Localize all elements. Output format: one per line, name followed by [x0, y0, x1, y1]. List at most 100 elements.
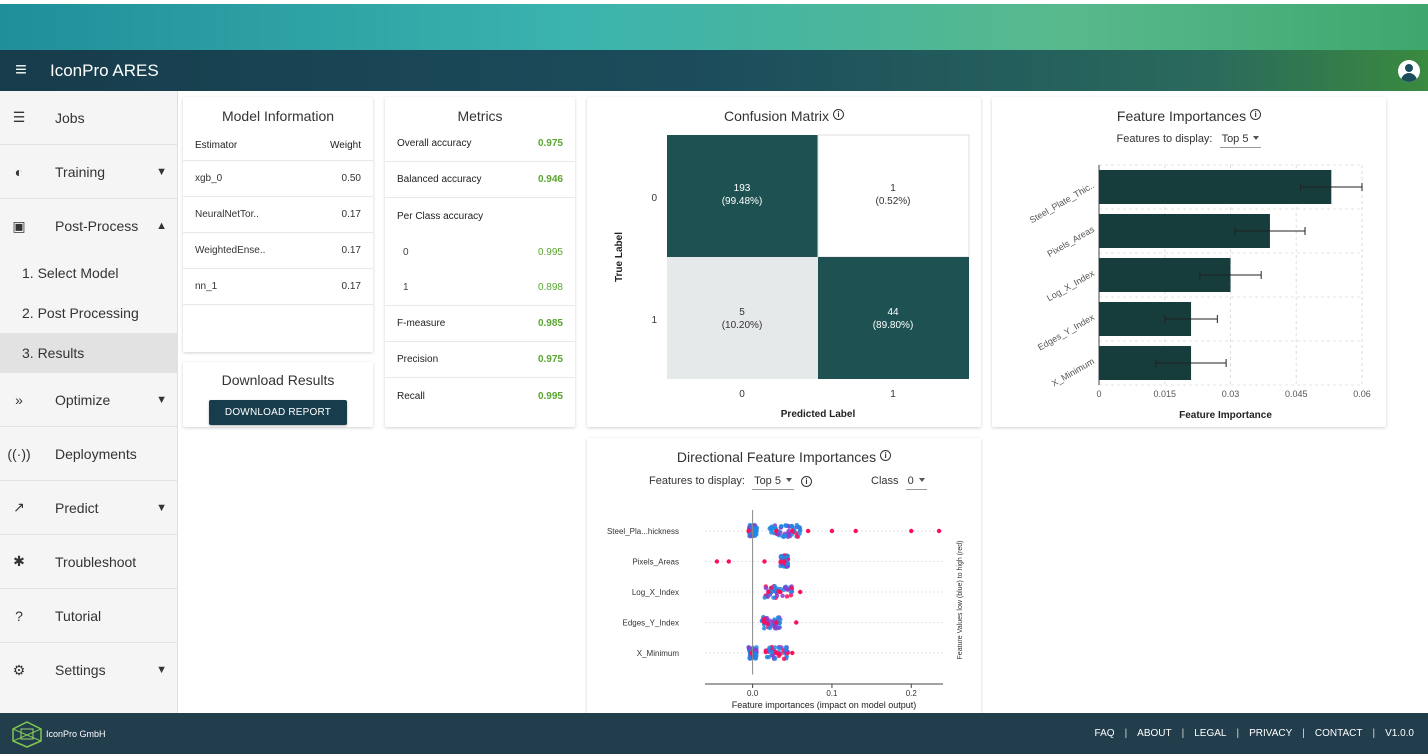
sidebar-item-jobs[interactable]: ☰ Jobs — [0, 91, 177, 145]
cm-col-label: 0 — [739, 389, 745, 400]
footer-link-faq[interactable]: FAQ — [1085, 728, 1125, 739]
footer-link-legal[interactable]: LEGAL — [1184, 728, 1236, 739]
dfi-point — [763, 649, 768, 655]
chevron-up-icon: ▲ — [156, 220, 167, 232]
sidebar-item-predict[interactable]: ↗ Predict ▼ — [0, 481, 177, 535]
class-select[interactable]: 0 — [905, 475, 927, 490]
sidebar-item-optimize[interactable]: » Optimize ▼ — [0, 373, 177, 427]
dfi-outlier-point — [714, 559, 720, 564]
features-to-display-value: Top 5 — [754, 475, 781, 487]
sidebar-subitem-results[interactable]: 3. Results — [0, 333, 177, 373]
confusion-title-text: Confusion Matrix — [723, 108, 830, 124]
metric-value: 0.975 — [537, 138, 563, 149]
footer-link-contact[interactable]: CONTACT — [1305, 728, 1373, 739]
cm-count: 193 — [734, 183, 751, 194]
dfi-point — [762, 616, 767, 621]
dfi-outlier-point — [774, 528, 779, 534]
feature-importances-title: Feature Importances i — [992, 97, 1386, 124]
fi-tick-label: 0 — [1096, 389, 1101, 399]
metric-label: Overall accuracy — [397, 138, 472, 149]
footer-link-privacy[interactable]: PRIVACY — [1239, 728, 1302, 739]
company-name: IconPro GmbH — [46, 728, 106, 739]
sidebar-subitem-select-model[interactable]: 1. Select Model — [0, 253, 177, 293]
model-information-title: Model Information — [221, 108, 335, 124]
directional-title: Directional Feature Importances i — [587, 438, 981, 465]
dfi-point — [788, 589, 793, 594]
fi-category-label: Edges_Y_Index — [1036, 312, 1096, 353]
estimator-name: nn_1 — [195, 281, 218, 292]
header-weight: Weight — [330, 140, 361, 151]
dfi-point — [784, 594, 790, 599]
sidebar-item-troubleshoot[interactable]: ✱ Troubleshoot — [0, 535, 177, 589]
cm-pct: (89.80%) — [873, 320, 914, 331]
dfi-outlier-point — [726, 559, 731, 564]
sidebar-item-tutorial[interactable]: ? Tutorial — [0, 589, 177, 643]
fi-category-label: Pixels_Areas — [1046, 224, 1097, 259]
dfi-category-label: Log_X_Index — [632, 588, 679, 597]
dfi-category-label: X_Minimum — [637, 649, 680, 658]
dfi-point — [767, 645, 772, 650]
dfi-outlier-point — [782, 559, 787, 564]
dfi-outlier-point — [805, 528, 811, 534]
chevron-down-icon: ▼ — [156, 501, 167, 514]
footer-link-about[interactable]: ABOUT — [1127, 728, 1181, 739]
info-icon[interactable]: i — [1250, 109, 1262, 120]
dfi-outlier-point — [909, 528, 914, 534]
dfi-point — [772, 656, 778, 661]
fi-xlabel: Feature Importance — [1179, 410, 1272, 421]
cm-pct: (10.20%) — [722, 320, 763, 331]
table-header: Estimator Weight — [183, 131, 373, 161]
menu-icon[interactable]: ≡ — [0, 59, 42, 82]
sidebar-item-training[interactable]: ◐ Training ▼ — [0, 145, 177, 199]
sidebar-item-label: Deployments — [55, 445, 137, 462]
directional-title-text: Directional Feature Importances — [676, 449, 877, 465]
features-to-display-label: Features to display: — [649, 475, 745, 487]
sidebar-item-deployments[interactable]: ((·)) Deployments — [0, 427, 177, 481]
download-report-button[interactable]: DOWNLOAD REPORT — [209, 400, 347, 425]
features-to-display-select[interactable]: Top 5 — [752, 475, 794, 490]
class-control: Class 0 — [871, 475, 927, 490]
metric-label: Precision — [397, 354, 439, 365]
confusion-matrix-chart: 193 (99.48%) 1 (0.52%) 5 (10.20%) 44 (89… — [614, 134, 970, 420]
feature-importances-title-text: Feature Importances — [1116, 108, 1247, 124]
dfi-point — [779, 523, 784, 529]
metric-value: 0.946 — [537, 174, 563, 185]
dfi-point — [783, 645, 789, 650]
fi-category-label: Steel_Plate_Thic.. — [1028, 180, 1096, 225]
dfi-outlier-point — [790, 528, 795, 534]
gear-icon: ⚙ — [12, 661, 26, 678]
fi-category-label: Log_X_Index — [1045, 268, 1096, 303]
cm-cell-1-1 — [818, 257, 969, 379]
metric-label: F-measure — [397, 318, 446, 329]
table-row: NeuralNetTor.. 0.17 — [183, 197, 373, 233]
metrics-card: Metrics Overall accuracy 0.975 Balanced … — [385, 97, 575, 427]
info-icon[interactable]: i — [801, 476, 813, 487]
sidebar-item-label: Jobs — [55, 109, 85, 126]
info-icon[interactable]: i — [880, 450, 892, 461]
estimator-weight: 0.17 — [341, 281, 361, 292]
dfi-outlier-point — [829, 528, 835, 534]
table-row: xgb_0 0.50 — [183, 161, 373, 197]
sidebar-item-post-process[interactable]: ▣ Post-Process ▲ — [0, 199, 177, 253]
dfi-outlier-point — [774, 620, 779, 625]
info-icon[interactable]: i — [833, 109, 845, 120]
estimator-weight: 0.17 — [341, 245, 361, 256]
sidebar-item-settings[interactable]: ⚙ Settings ▼ — [0, 643, 177, 697]
metric-row: Balanced accuracy 0.946 — [385, 162, 575, 198]
dfi-outlier-point — [746, 528, 751, 534]
metric-row: 0 0.995 — [385, 234, 575, 270]
dfi-outlier-point — [762, 620, 767, 625]
list-icon: ☰ — [12, 109, 26, 125]
metric-value: 0.975 — [537, 354, 563, 365]
directional-features-control: Features to display: Top 5 i — [649, 475, 813, 490]
cm-col-label: 1 — [890, 389, 896, 400]
sidebar-subitem-post-processing[interactable]: 2. Post Processing — [0, 293, 177, 333]
table-row: WeightedEnse.. 0.17 — [183, 233, 373, 269]
training-icon: ◐ — [14, 163, 24, 180]
metric-label: 1 — [403, 282, 409, 293]
dfi-tick-label: 0.0 — [747, 689, 759, 698]
account-icon[interactable] — [1398, 60, 1420, 82]
metric-label: 0 — [403, 246, 409, 258]
sidebar-item-label: Post-Process — [55, 218, 139, 234]
dfi-point — [780, 593, 785, 598]
